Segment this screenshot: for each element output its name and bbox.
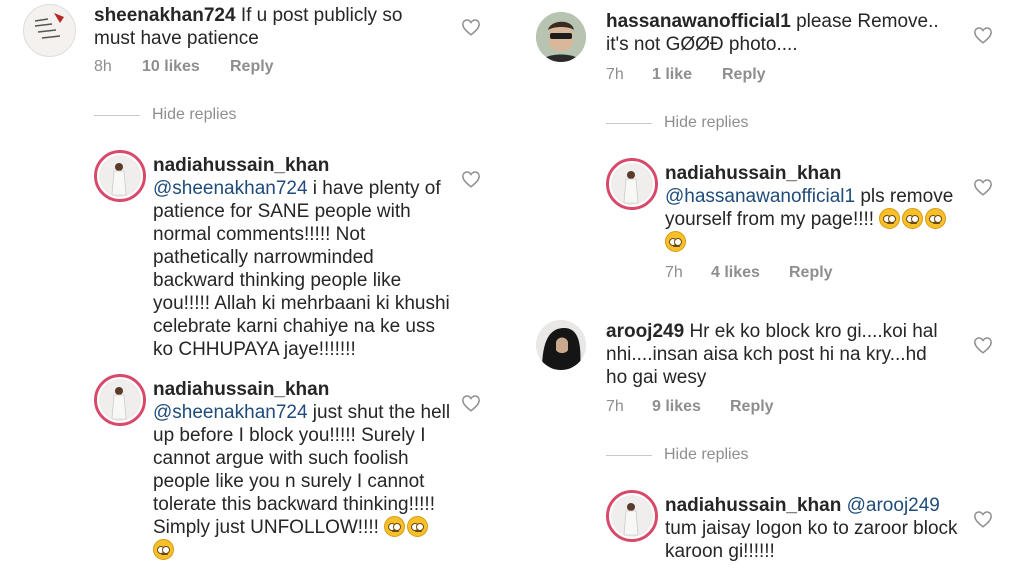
rolling-eyes-emoji [902, 208, 924, 229]
heart-icon[interactable] [973, 178, 993, 196]
comment-nadiahussain-khan: nadiahussain_khan @hassanawanofficial1 p… [512, 158, 1024, 288]
heart-icon[interactable] [973, 510, 993, 528]
mention-link[interactable]: @sheenakhan724 [153, 402, 308, 423]
rolling-eyes-emoji [384, 516, 406, 537]
rolling-eyes-emoji [925, 208, 947, 229]
comment-username[interactable]: nadiahussain_khan [153, 379, 329, 400]
reply-button[interactable]: Reply [722, 66, 766, 84]
comment-nadiahussain-khan: nadiahussain_khan @sheenakhan724 i have … [0, 150, 512, 370]
avatar[interactable] [536, 320, 586, 370]
comment-nadiahussain-khan: nadiahussain_khan @arooj249 tum jaisay l… [512, 490, 1024, 576]
comment-text: tum jaisay logon ko to zaroor block karo… [665, 518, 958, 562]
avatar[interactable] [536, 12, 586, 62]
hide-replies-label: Hide replies [664, 114, 749, 131]
avatar[interactable] [606, 158, 658, 210]
comment-hassanawanofficial1: hassanawanofficial1 please Remove.. it's… [512, 0, 1024, 100]
avatar[interactable] [94, 374, 146, 426]
comment-time: 7h [665, 264, 683, 281]
likes-count[interactable]: 1 like [652, 66, 722, 84]
mention-link[interactable]: @sheenakhan724 [153, 178, 308, 199]
reply-button[interactable]: Reply [789, 264, 833, 282]
heart-icon[interactable] [461, 18, 481, 36]
hide-replies-button[interactable]: Hide replies [94, 106, 236, 124]
comment-text: i have plenty of patience for SANE peopl… [153, 178, 450, 360]
right-comments-column: hassanawanofficial1 please Remove.. it's… [512, 0, 1024, 576]
comment-username[interactable]: nadiahussain_khan [665, 163, 841, 184]
comment-meta: 7h 1 like Reply [606, 66, 766, 84]
hide-replies-button[interactable]: Hide replies [606, 446, 748, 464]
likes-count[interactable]: 10 likes [142, 58, 230, 76]
comment-username[interactable]: nadiahussain_khan [153, 155, 329, 176]
comment-username[interactable]: hassanawanofficial1 [606, 11, 791, 32]
comment-username[interactable]: sheenakhan724 [94, 5, 236, 26]
divider-line [606, 122, 652, 124]
reply-button[interactable]: Reply [730, 398, 774, 416]
comment-time: 7h [606, 398, 624, 415]
comment-meta: 7h 4 likes Reply [665, 264, 833, 282]
comment-nadiahussain-khan: nadiahussain_khan @sheenakhan724 just sh… [0, 374, 512, 574]
mention-link[interactable]: @hassanawanofficial1 [665, 186, 855, 207]
hide-replies-label: Hide replies [152, 106, 237, 123]
comment-meta: 8h 10 likes Reply [94, 58, 274, 76]
mention-link[interactable]: @arooj249 [847, 495, 940, 516]
rolling-eyes-emoji [407, 516, 429, 537]
comment-arooj249: arooj249 Hr ek ko block kro gi....koi ha… [512, 318, 1024, 428]
comment-sheenakhan724: sheenakhan724 If u post publicly so must… [0, 0, 512, 90]
reply-button[interactable]: Reply [230, 58, 274, 76]
comment-meta: 7h 9 likes Reply [606, 398, 774, 416]
avatar[interactable] [23, 4, 76, 57]
hide-replies-button[interactable]: Hide replies [606, 114, 748, 132]
left-comments-column: sheenakhan724 If u post publicly so must… [0, 0, 512, 576]
avatar[interactable] [606, 490, 658, 542]
heart-icon[interactable] [973, 26, 993, 44]
hide-replies-label: Hide replies [664, 446, 749, 463]
rolling-eyes-emoji [665, 231, 686, 252]
rolling-eyes-emoji [879, 208, 901, 229]
comment-time: 8h [94, 58, 112, 75]
comment-username[interactable]: nadiahussain_khan [665, 495, 841, 516]
divider-line [606, 454, 652, 456]
avatar[interactable] [94, 150, 146, 202]
heart-icon[interactable] [973, 336, 993, 354]
likes-count[interactable]: 4 likes [711, 264, 789, 282]
divider-line [94, 114, 140, 116]
rolling-eyes-emoji [153, 539, 174, 560]
comment-time: 7h [606, 66, 624, 83]
heart-icon[interactable] [461, 394, 481, 412]
comment-username[interactable]: arooj249 [606, 321, 684, 342]
likes-count[interactable]: 9 likes [652, 398, 730, 416]
heart-icon[interactable] [461, 170, 481, 188]
